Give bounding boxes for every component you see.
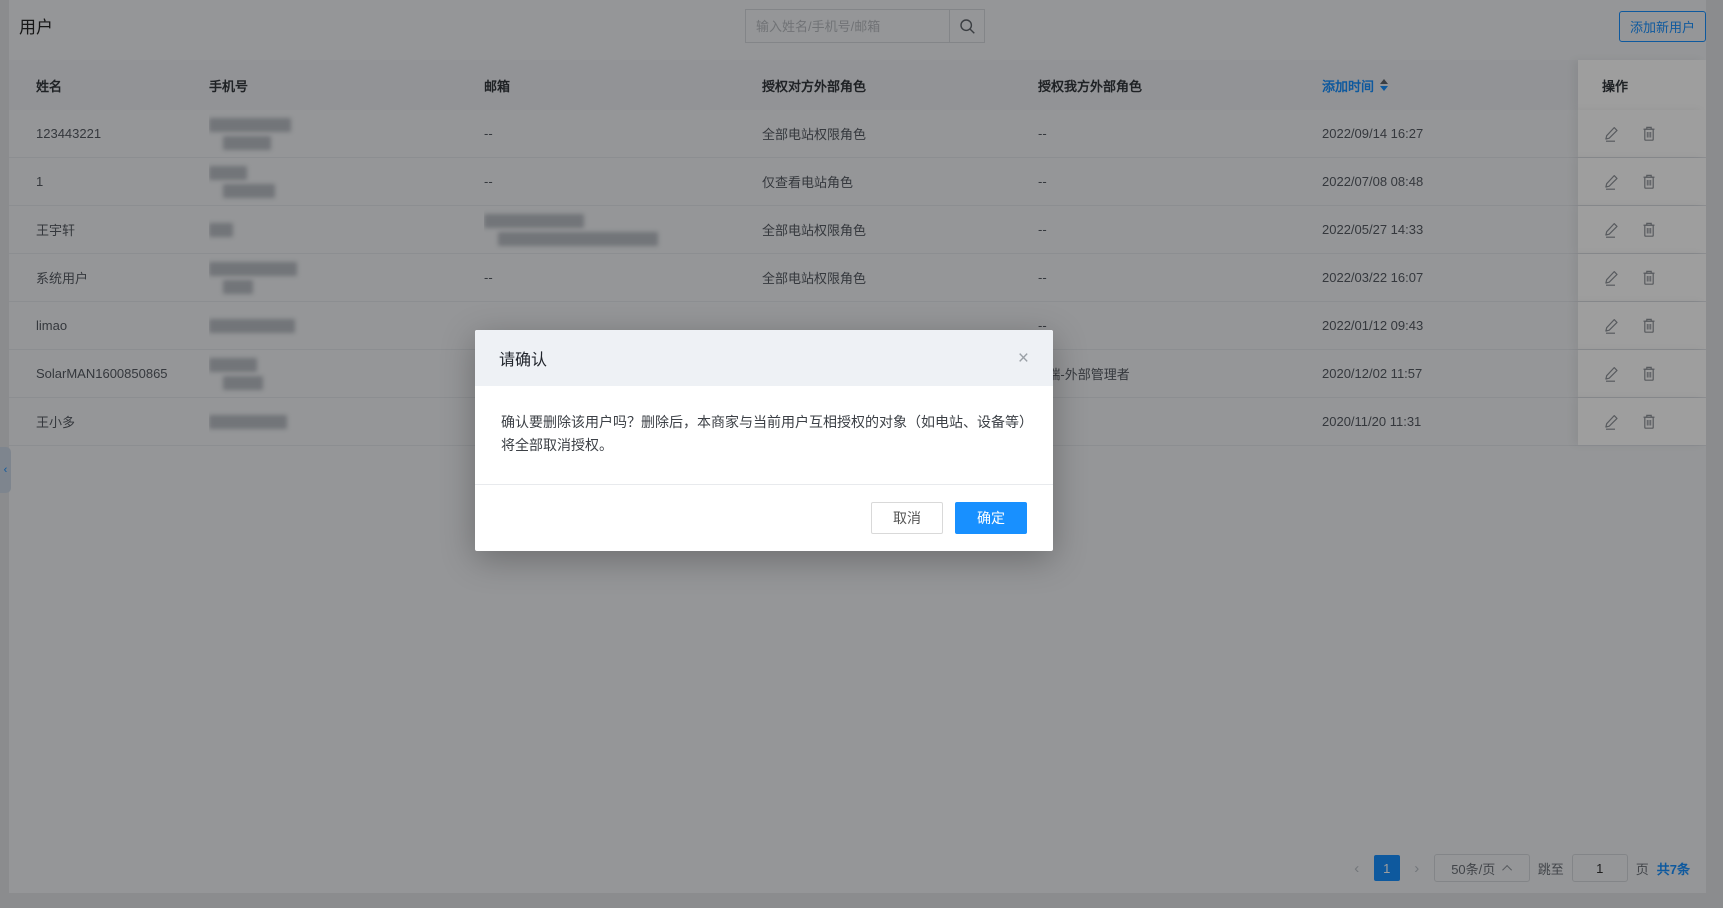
confirm-button[interactable]: 确定	[955, 502, 1027, 535]
dialog-title: 请确认	[499, 352, 548, 369]
cancel-button[interactable]: 取消	[871, 502, 943, 535]
confirm-delete-dialog: 请确认 × 确认要删除该用户吗？删除后，本商家与当前用户互相授权的对象（如电站、…	[475, 330, 1053, 552]
dialog-header: 请确认 ×	[475, 330, 1053, 386]
dialog-message: 确认要删除该用户吗？删除后，本商家与当前用户互相授权的对象（如电站、设备等）将全…	[501, 414, 1026, 454]
close-icon[interactable]: ×	[1018, 349, 1029, 368]
dialog-footer: 取消 确定	[475, 484, 1053, 551]
